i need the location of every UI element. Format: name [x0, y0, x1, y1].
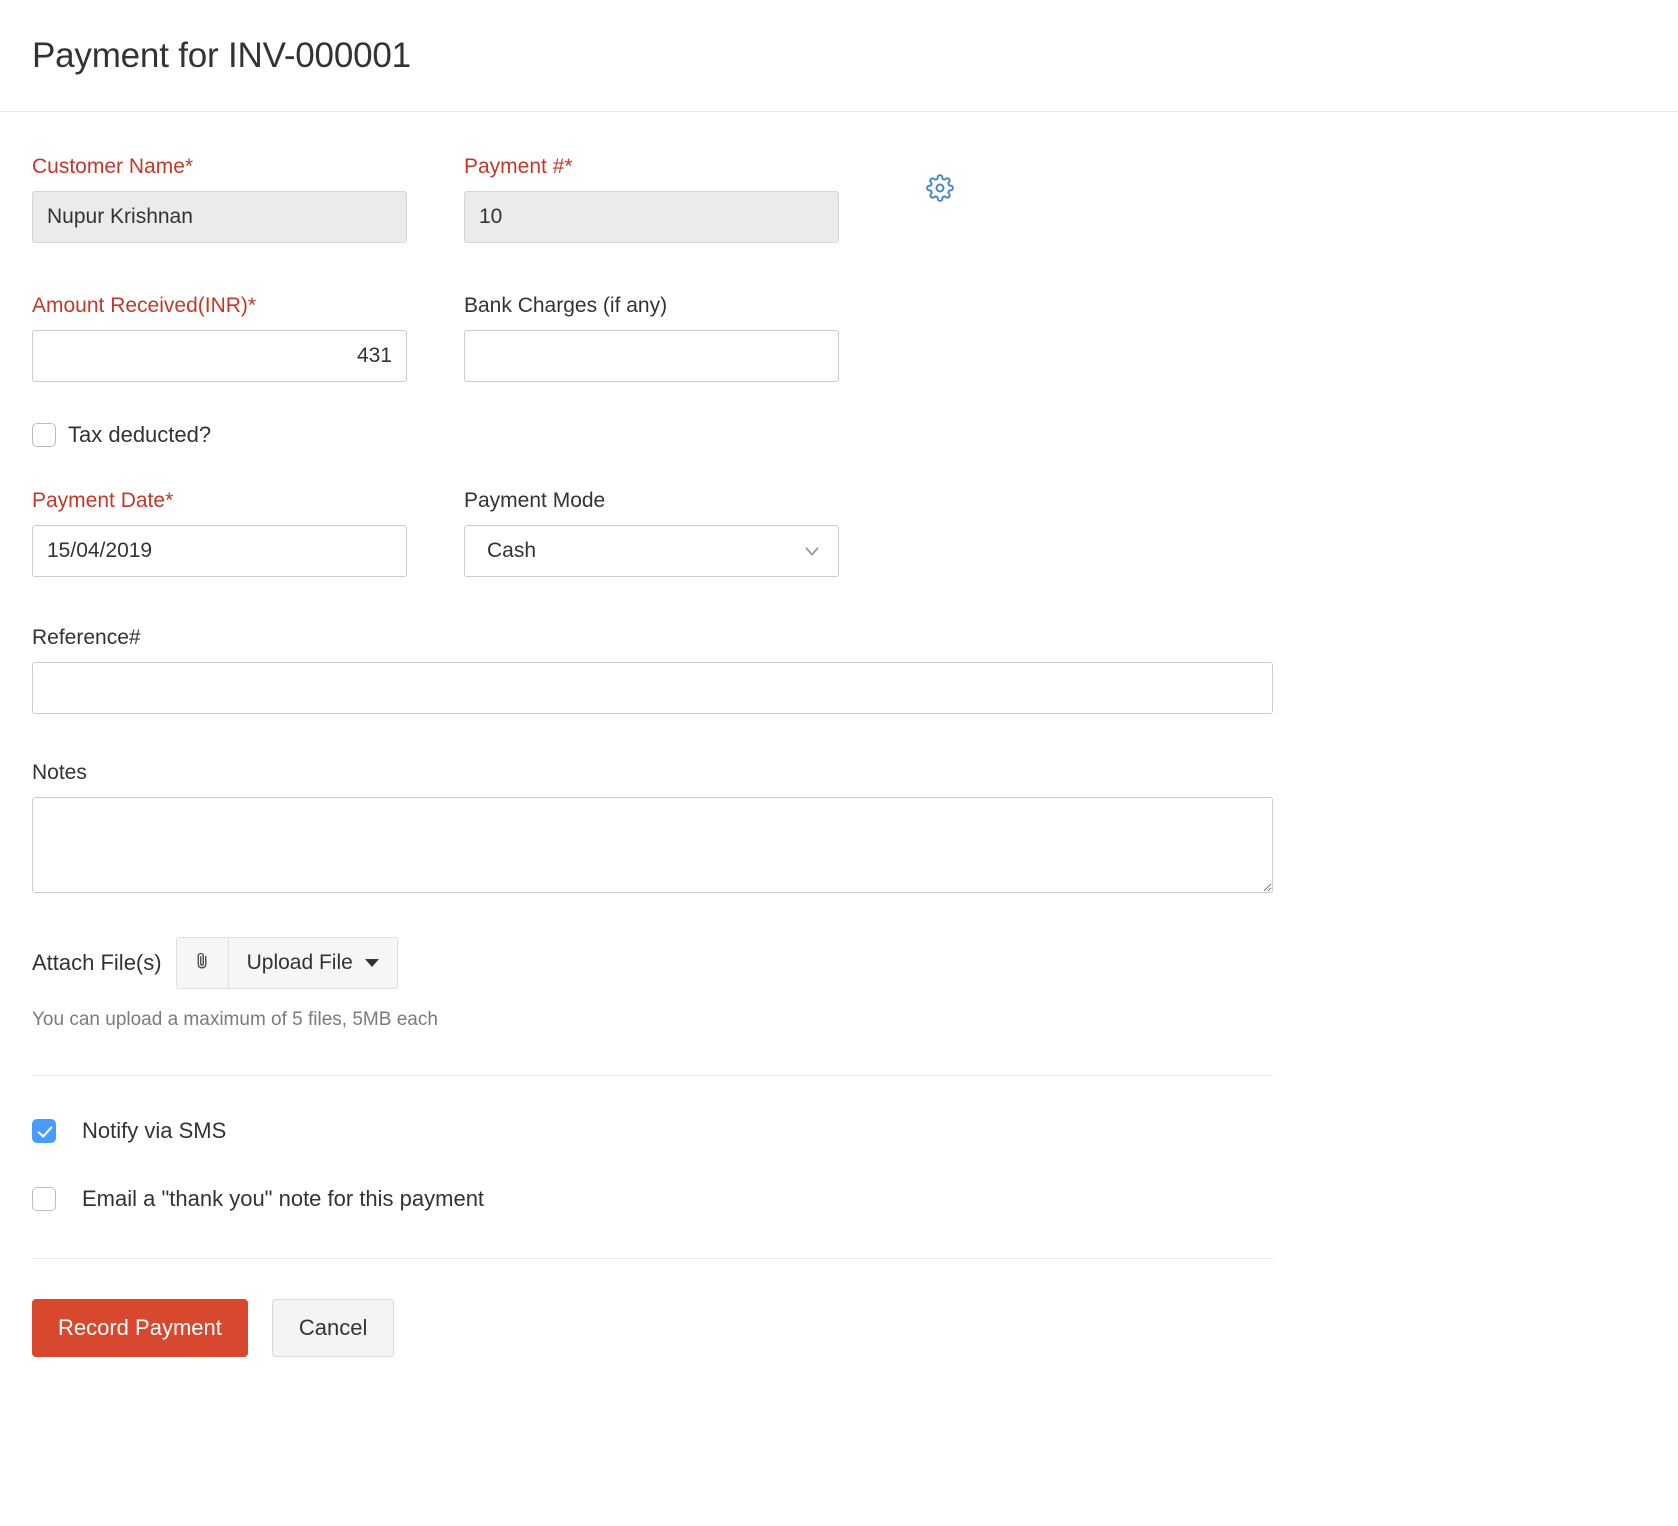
field-notes: Notes [32, 762, 1646, 893]
field-amount-received: Amount Received(INR)* [32, 295, 464, 382]
divider-upper [32, 1075, 1273, 1076]
tax-deducted-label: Tax deducted? [68, 422, 211, 448]
reference-label: Reference# [32, 627, 1646, 648]
bank-charges-input[interactable] [464, 330, 839, 382]
field-reference: Reference# [32, 627, 1646, 714]
field-customer-name: Customer Name* [32, 156, 464, 243]
caret-down-icon [365, 959, 379, 967]
customer-name-input[interactable] [32, 191, 407, 243]
payment-number-label: Payment #* [464, 156, 896, 177]
field-bank-charges: Bank Charges (if any) [464, 295, 896, 382]
row-customer-payment: Customer Name* Payment #* [32, 156, 1646, 243]
email-thankyou-label: Email a "thank you" note for this paymen… [82, 1186, 484, 1212]
row-amount-charges: Amount Received(INR)* Bank Charges (if a… [32, 295, 1646, 382]
amount-received-input[interactable] [32, 330, 407, 382]
payment-mode-label: Payment Mode [464, 490, 896, 511]
divider-lower [32, 1258, 1273, 1259]
field-payment-date: Payment Date* [32, 490, 464, 577]
form-actions: Record Payment Cancel [32, 1299, 1646, 1357]
field-payment-mode: Payment Mode Cash [464, 490, 896, 577]
field-payment-number: Payment #* [464, 156, 896, 243]
reference-input[interactable] [32, 662, 1273, 714]
notify-sms-row[interactable]: Notify via SMS [32, 1118, 1646, 1144]
payment-date-input[interactable] [32, 525, 407, 577]
upload-button-group: Upload File [176, 937, 398, 989]
page-title: Payment for INV-000001 [32, 36, 411, 76]
page-header: Payment for INV-000001 [0, 0, 1678, 112]
cancel-button[interactable]: Cancel [272, 1299, 394, 1357]
attach-file-row: Attach File(s) Upload File [32, 937, 1646, 989]
email-thankyou-row[interactable]: Email a "thank you" note for this paymen… [32, 1186, 1646, 1212]
notes-textarea[interactable] [32, 797, 1273, 893]
payment-date-label: Payment Date* [32, 490, 464, 511]
attach-file-label: Attach File(s) [32, 950, 162, 976]
attach-clip-button[interactable] [176, 937, 229, 989]
payment-number-settings-button[interactable] [926, 164, 954, 216]
gear-icon [926, 174, 954, 207]
bank-charges-label: Bank Charges (if any) [464, 295, 896, 316]
record-payment-button[interactable]: Record Payment [32, 1299, 248, 1357]
payment-mode-select[interactable]: Cash [464, 525, 839, 577]
customer-name-label: Customer Name* [32, 156, 464, 177]
notify-sms-checkbox[interactable] [32, 1119, 56, 1143]
payment-number-input[interactable] [464, 191, 839, 243]
paperclip-icon [192, 950, 212, 977]
email-thankyou-checkbox[interactable] [32, 1187, 56, 1211]
tax-deducted-checkbox[interactable] [32, 423, 56, 447]
notify-sms-label: Notify via SMS [82, 1118, 226, 1144]
payment-mode-value: Cash [464, 525, 839, 577]
notes-label: Notes [32, 762, 1646, 783]
upload-file-label: Upload File [247, 951, 353, 975]
amount-received-label: Amount Received(INR)* [32, 295, 464, 316]
row-date-mode: Payment Date* Payment Mode Cash [32, 490, 1646, 577]
upload-help-text: You can upload a maximum of 5 files, 5MB… [32, 1009, 1646, 1031]
upload-file-button[interactable]: Upload File [229, 937, 398, 989]
payment-form: Customer Name* Payment #* Amount Receive… [0, 156, 1678, 1357]
tax-deducted-row[interactable]: Tax deducted? [32, 422, 1646, 448]
